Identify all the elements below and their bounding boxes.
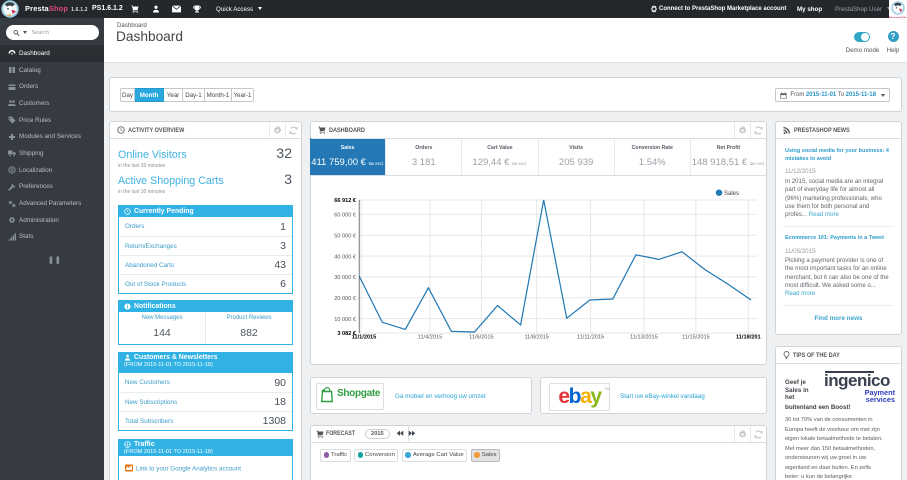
svg-text:11/18/201: 11/18/201 [736,335,761,341]
svg-text:11/13/2015: 11/13/2015 [630,335,658,341]
svg-text:30 000 €: 30 000 € [334,275,357,281]
svg-text:11/1/2015: 11/1/2015 [352,335,377,341]
svg-text:40 000 €: 40 000 € [334,254,357,260]
svg-text:66 912 €: 66 912 € [334,198,357,204]
svg-text:50 000 €: 50 000 € [334,233,357,239]
svg-text:11/11/2015: 11/11/2015 [577,335,604,341]
svg-text:20 000 €: 20 000 € [334,296,357,302]
svg-text:11/8/2015: 11/8/2015 [524,335,548,341]
svg-text:11/6/2015: 11/6/2015 [469,335,493,341]
svg-text:11/4/2015: 11/4/2015 [418,335,442,341]
svg-text:Sales: Sales [724,191,739,197]
svg-text:10 000 €: 10 000 € [334,317,357,323]
svg-text:60 000 €: 60 000 € [334,213,357,219]
svg-text:11/15/2015: 11/15/2015 [682,335,710,341]
